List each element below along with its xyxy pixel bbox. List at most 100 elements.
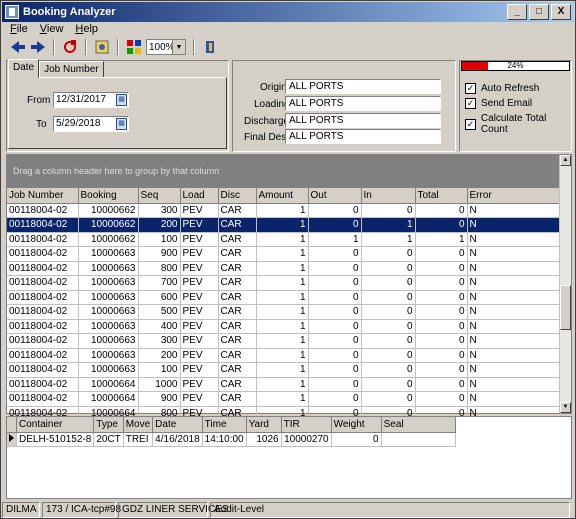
scroll-thumb[interactable] <box>560 285 571 330</box>
table-row[interactable]: DELH-510152-8 20CT TREI 4/16/2018 14:10:00 10… <box>7 432 456 447</box>
column-header[interactable]: Error <box>467 188 561 204</box>
column-header[interactable]: Seal <box>381 417 456 433</box>
tab-date[interactable]: Date <box>8 59 40 78</box>
calendar-icon[interactable]: ▦ <box>116 94 127 106</box>
table-row[interactable]: 00118004-02 10000663 300 PEV CAR 1 0 0 0 N <box>7 333 561 349</box>
table-cell: PEV <box>180 290 219 305</box>
table-row[interactable]: 00118004-02 10000663 500 PEV CAR 1 0 0 0 N <box>7 304 561 320</box>
table-cell: 0 <box>308 290 362 305</box>
table-row[interactable]: 00118004-02 10000663 400 PEV CAR 1 0 0 0 N <box>7 319 561 334</box>
refresh-icon[interactable] <box>62 39 78 55</box>
column-header[interactable]: Disc <box>218 188 257 204</box>
table-row[interactable]: 00118004-02 10000662 300 PEV CAR 1 0 0 0 N <box>7 203 561 218</box>
column-header[interactable]: Time <box>202 417 247 433</box>
toolbar: 100% ▼ <box>2 37 574 57</box>
table-cell: N <box>467 217 561 233</box>
table-row[interactable]: 00118004-02 10000663 600 PEV CAR 1 0 0 0 N <box>7 290 561 305</box>
menu-help[interactable]: Help <box>75 23 98 35</box>
column-header[interactable]: Date <box>152 417 203 433</box>
table-row[interactable]: 00118004-02 10000663 100 PEV CAR 1 0 0 0 N <box>7 362 561 378</box>
container-table: Container Type Move Date Time Yard TIR Weight Se… <box>7 417 456 447</box>
table-cell: N <box>467 261 561 276</box>
column-header[interactable]: Container <box>16 417 95 433</box>
toolbar-separator <box>53 39 55 55</box>
column-header[interactable]: Move <box>123 417 154 433</box>
close-button[interactable]: X <box>551 4 571 20</box>
table-cell: 0 <box>308 319 362 334</box>
table-cell: 1 <box>308 232 362 247</box>
grid-view-icon[interactable] <box>126 39 142 55</box>
column-header[interactable]: Load <box>180 188 219 204</box>
column-header[interactable]: Type <box>93 417 124 433</box>
table-cell: PEV <box>180 348 219 363</box>
calculate-total-count-checkbox[interactable]: ✓ Calculate Total Count <box>465 113 575 135</box>
column-header[interactable]: Amount <box>256 188 309 204</box>
menu-view[interactable]: View <box>40 23 64 35</box>
table-cell: N <box>467 232 561 247</box>
settings-icon[interactable] <box>94 39 110 55</box>
final-dest-field[interactable]: ALL PORTS <box>285 129 441 144</box>
column-header[interactable]: Out <box>308 188 362 204</box>
table-row[interactable]: 00118004-02 10000663 900 PEV CAR 1 0 0 0 N <box>7 246 561 262</box>
table-cell: N <box>467 333 561 349</box>
table-cell: PEV <box>180 391 219 407</box>
column-header[interactable]: Seq <box>138 188 181 204</box>
menu-file[interactable]: File <box>10 23 28 35</box>
table-cell: 0 <box>308 261 362 276</box>
table-row[interactable]: 00118004-02 10000662 100 PEV CAR 1 1 1 1 N <box>7 232 561 247</box>
table-row[interactable]: 00118004-02 10000663 800 PEV CAR 1 0 0 0 N <box>7 261 561 276</box>
table-cell: 10000663 <box>78 348 139 363</box>
maximize-button[interactable]: □ <box>529 4 549 20</box>
table-row[interactable]: 00118004-02 10000663 200 PEV CAR 1 0 0 0 N <box>7 348 561 363</box>
calendar-icon[interactable]: ▦ <box>116 118 127 130</box>
vertical-scrollbar[interactable]: ▲ ▼ <box>559 155 571 413</box>
column-header[interactable]: Yard <box>246 417 282 433</box>
table-cell: 900 <box>138 246 181 262</box>
group-by-bar[interactable]: Drag a column header here to group by th… <box>7 155 571 188</box>
table-cell: 00118004-02 <box>7 246 79 262</box>
loading-field[interactable]: ALL PORTS <box>285 96 441 111</box>
to-date-field[interactable]: 5/29/2018 ▦ <box>53 116 129 132</box>
table-cell: 00118004-02 <box>7 275 79 291</box>
minimize-button[interactable]: _ <box>507 4 527 20</box>
table-cell: CAR <box>218 217 257 233</box>
zoom-select[interactable]: 100% ▼ <box>146 39 186 55</box>
table-row[interactable]: 00118004-02 10000662 200 PEV CAR 1 0 1 0 N <box>7 217 561 233</box>
table-cell <box>381 432 456 447</box>
column-header[interactable]: Weight <box>331 417 382 433</box>
table-cell: 20CT <box>93 432 124 447</box>
table-cell: 0 <box>415 290 468 305</box>
from-date-field[interactable]: 12/31/2017 ▦ <box>53 92 129 108</box>
title-bar: Booking Analyzer _ □ X <box>2 2 574 22</box>
table-cell: 1 <box>256 362 309 378</box>
forward-arrow-icon[interactable] <box>30 39 46 55</box>
column-header[interactable]: Booking <box>78 188 139 204</box>
table-cell: 1 <box>361 232 416 247</box>
table-cell: 0 <box>415 333 468 349</box>
table-row[interactable]: 00118004-02 10000663 700 PEV CAR 1 0 0 0 N <box>7 275 561 291</box>
column-header[interactable]: TIR <box>281 417 332 433</box>
table-cell: 1 <box>256 261 309 276</box>
tab-job-number[interactable]: Job Number <box>39 61 104 78</box>
exit-door-icon[interactable] <box>202 39 218 55</box>
scroll-down-icon[interactable]: ▼ <box>560 402 571 413</box>
table-cell: N <box>467 348 561 363</box>
table-cell: 0 <box>308 203 362 218</box>
origin-field[interactable]: ALL PORTS <box>285 79 441 94</box>
auto-refresh-checkbox[interactable]: ✓ Auto Refresh <box>465 83 539 94</box>
table-row[interactable]: 00118004-02 10000664 1000 PEV CAR 1 0 0 0 N <box>7 377 561 392</box>
send-email-checkbox[interactable]: ✓ Send Email <box>465 98 532 109</box>
discharge-field[interactable]: ALL PORTS <box>285 113 441 128</box>
column-header[interactable]: Job Number <box>7 188 79 204</box>
column-header[interactable]: Total <box>415 188 468 204</box>
scroll-up-icon[interactable]: ▲ <box>560 155 571 166</box>
table-cell: 0 <box>308 333 362 349</box>
table-row[interactable]: 00118004-02 10000664 900 PEV CAR 1 0 0 0 N <box>7 391 561 407</box>
back-arrow-icon[interactable] <box>10 39 26 55</box>
column-header[interactable]: In <box>361 188 416 204</box>
table-cell: PEV <box>180 362 219 378</box>
to-date-value: 5/29/2018 <box>56 118 101 129</box>
chevron-down-icon[interactable]: ▼ <box>172 40 185 54</box>
table-cell: 00118004-02 <box>7 290 79 305</box>
table-cell: CAR <box>218 232 257 247</box>
